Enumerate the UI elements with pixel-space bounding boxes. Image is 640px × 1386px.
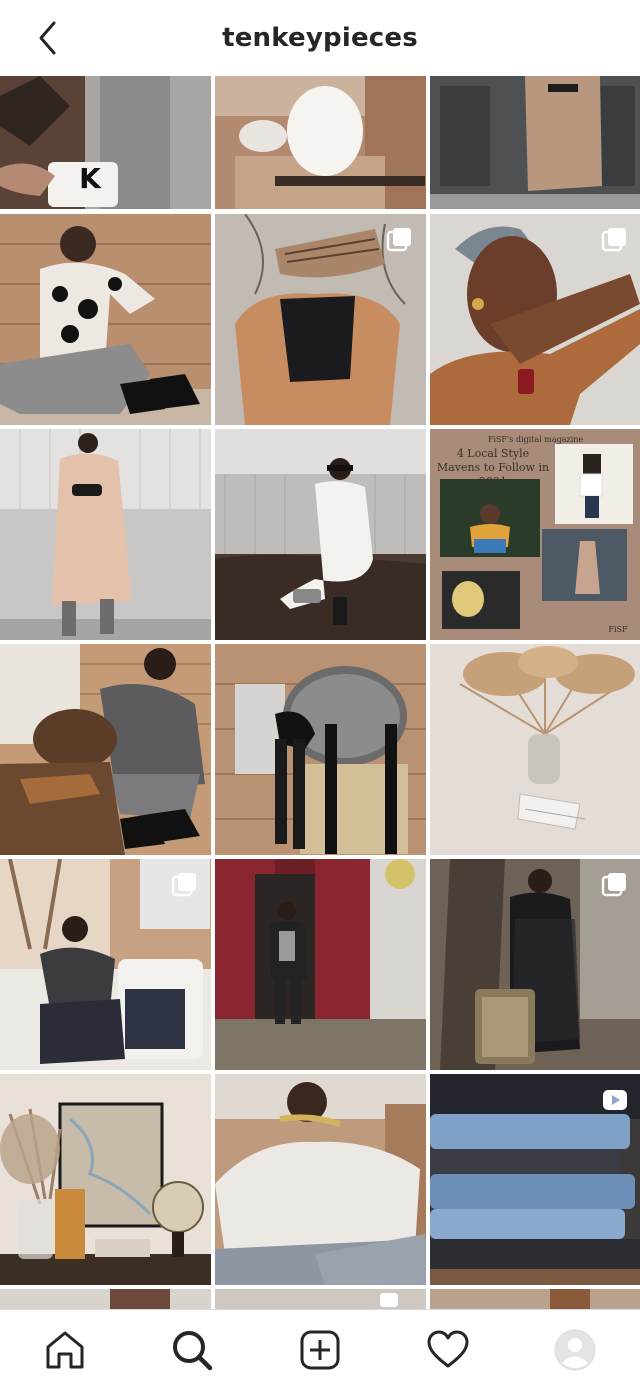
post-thumbnail[interactable]	[430, 644, 640, 855]
post-thumbnail[interactable]	[0, 214, 211, 425]
post-thumbnail[interactable]	[215, 859, 426, 1070]
post-thumbnail[interactable]	[430, 1289, 640, 1310]
post-thumbnail[interactable]	[0, 1074, 211, 1285]
home-icon[interactable]	[43, 1328, 87, 1372]
profile-username-title: tenkeypieces	[222, 23, 418, 53]
magazine-post-thumbnail[interactable]: FiSF's digital magazine 4 Local Style Ma…	[430, 429, 640, 640]
post-thumbnail[interactable]	[215, 1289, 426, 1310]
activity-heart-icon[interactable]	[426, 1328, 470, 1372]
magazine-brand: FiSF	[608, 625, 628, 634]
new-post-icon[interactable]	[298, 1328, 342, 1372]
posts-grid: K FiSF's digital magazine 4 Local Style …	[0, 76, 640, 1310]
top-bar: tenkeypieces	[0, 0, 640, 76]
chevron-left-icon[interactable]	[32, 20, 64, 56]
mug-letter: K	[79, 162, 101, 195]
post-thumbnail[interactable]	[0, 644, 211, 855]
post-thumbnail[interactable]	[215, 76, 426, 209]
multiple-photos-icon	[601, 873, 626, 897]
search-icon[interactable]	[170, 1328, 214, 1372]
multiple-photos-icon	[386, 228, 411, 252]
post-thumbnail[interactable]	[430, 1074, 640, 1285]
post-thumbnail[interactable]	[215, 214, 426, 425]
post-thumbnail[interactable]	[0, 859, 211, 1070]
post-thumbnail[interactable]	[215, 429, 426, 640]
post-thumbnail[interactable]: K	[0, 76, 211, 209]
reel-icon	[603, 1090, 627, 1110]
post-thumbnail[interactable]	[0, 1289, 211, 1310]
multiple-photos-icon	[601, 228, 626, 252]
post-thumbnail[interactable]	[0, 429, 211, 640]
post-thumbnail[interactable]	[430, 214, 640, 425]
post-thumbnail[interactable]	[215, 644, 426, 855]
profile-avatar[interactable]	[553, 1328, 597, 1372]
post-thumbnail[interactable]	[430, 859, 640, 1070]
magazine-kicker: FiSF's digital magazine	[487, 435, 584, 444]
bottom-nav-bar	[0, 1309, 640, 1386]
magazine-headline: 4 Local Style Mavens to Follow in 2021	[436, 447, 550, 488]
multiple-photos-icon	[171, 873, 196, 897]
post-thumbnail[interactable]	[215, 1074, 426, 1285]
post-thumbnail[interactable]	[430, 76, 640, 209]
